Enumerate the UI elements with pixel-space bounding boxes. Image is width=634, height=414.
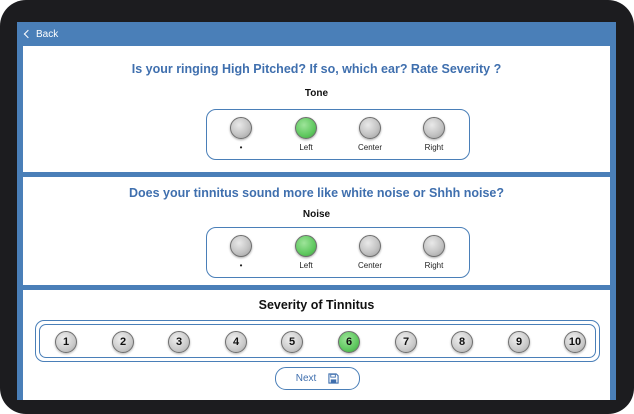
tone-options: • Left Center Right bbox=[206, 109, 470, 160]
tablet-frame: Back Is your ringing High Pitched? If so… bbox=[0, 0, 634, 414]
severity-option-1[interactable]: 1 bbox=[55, 331, 77, 353]
radio-circle bbox=[359, 117, 381, 139]
radio-circle bbox=[423, 235, 445, 257]
severity-title: Severity of Tinnitus bbox=[258, 298, 375, 312]
noise-option-left[interactable]: Left bbox=[276, 228, 336, 277]
severity-option-2[interactable]: 2 bbox=[112, 331, 134, 353]
next-label: Next bbox=[295, 373, 317, 384]
severity-option-3[interactable]: 3 bbox=[168, 331, 190, 353]
tone-option-right[interactable]: Right bbox=[404, 110, 464, 159]
severity-option-7[interactable]: 7 bbox=[395, 331, 417, 353]
severity-option-4[interactable]: 4 bbox=[225, 331, 247, 353]
noise-option-label: • bbox=[239, 261, 243, 270]
noise-option-none[interactable]: • bbox=[211, 228, 271, 277]
noise-option-label: Right bbox=[424, 261, 444, 270]
severity-panel: Severity of Tinnitus 1 2 3 4 5 6 7 8 9 1… bbox=[23, 290, 610, 400]
noise-option-right[interactable]: Right bbox=[404, 228, 464, 277]
severity-scale-inner: 1 2 3 4 5 6 7 8 9 10 bbox=[39, 324, 596, 358]
back-button[interactable]: Back bbox=[23, 29, 58, 40]
tone-option-label: Right bbox=[424, 143, 444, 152]
tone-option-none[interactable]: • bbox=[211, 110, 271, 159]
tone-question: Is your ringing High Pitched? If so, whi… bbox=[131, 62, 502, 76]
tone-option-left[interactable]: Left bbox=[276, 110, 336, 159]
noise-option-label: Left bbox=[299, 261, 313, 270]
noise-panel: Does your tinnitus sound more like white… bbox=[23, 177, 610, 285]
severity-option-6[interactable]: 6 bbox=[338, 331, 360, 353]
noise-option-center[interactable]: Center bbox=[340, 228, 400, 277]
tone-option-label: Left bbox=[299, 143, 313, 152]
radio-circle bbox=[359, 235, 381, 257]
chevron-left-icon bbox=[23, 29, 33, 39]
tone-option-label: • bbox=[239, 143, 243, 152]
severity-option-10[interactable]: 10 bbox=[564, 331, 586, 353]
tone-label: Tone bbox=[304, 88, 329, 99]
next-button[interactable]: Next bbox=[275, 367, 360, 390]
severity-option-9[interactable]: 9 bbox=[508, 331, 530, 353]
back-label: Back bbox=[36, 28, 59, 40]
radio-circle-selected bbox=[295, 117, 317, 139]
radio-circle bbox=[230, 235, 252, 257]
noise-options: • Left Center Right bbox=[206, 227, 470, 278]
radio-circle bbox=[423, 117, 445, 139]
noise-question: Does your tinnitus sound more like white… bbox=[128, 186, 505, 200]
nav-bar: Back bbox=[17, 22, 616, 46]
severity-option-5[interactable]: 5 bbox=[281, 331, 303, 353]
tone-option-label: Center bbox=[357, 143, 382, 152]
radio-circle-selected bbox=[295, 235, 317, 257]
severity-option-8[interactable]: 8 bbox=[451, 331, 473, 353]
noise-label: Noise bbox=[302, 209, 331, 220]
tone-option-center[interactable]: Center bbox=[340, 110, 400, 159]
severity-scale: 1 2 3 4 5 6 7 8 9 10 bbox=[35, 320, 600, 362]
save-icon bbox=[328, 373, 339, 384]
screen: Back Is your ringing High Pitched? If so… bbox=[17, 22, 616, 400]
radio-circle bbox=[230, 117, 252, 139]
noise-option-label: Center bbox=[357, 261, 382, 270]
tone-panel: Is your ringing High Pitched? If so, whi… bbox=[23, 46, 610, 172]
